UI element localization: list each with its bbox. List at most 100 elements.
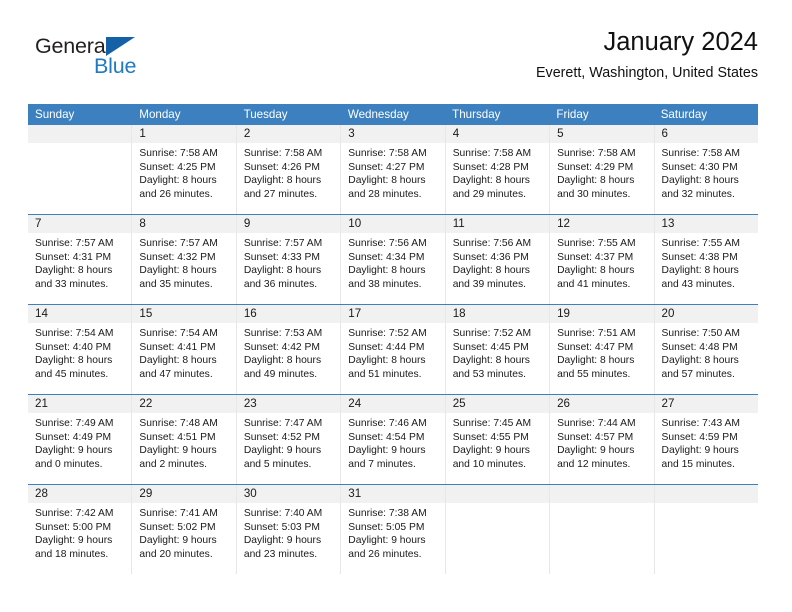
- day-number: 19: [550, 305, 654, 323]
- daylight-text-cont: and 5 minutes.: [243, 458, 312, 470]
- day-number: 13: [654, 215, 758, 233]
- day-number: 24: [341, 395, 445, 413]
- calendar-day-cell[interactable]: 15 Sunrise: 7:54 AM Sunset: 4:41 PM Dayligh…: [131, 305, 236, 394]
- day-details: [28, 143, 131, 147]
- sunrise-text: Sunrise: 7:56 AM: [452, 238, 532, 249]
- daylight-text-cont: and 45 minutes.: [35, 368, 109, 380]
- calendar-day-cell[interactable]: 12 Sunrise: 7:55 AM Sunset: 4:37 PM Dayligh…: [549, 215, 654, 304]
- daylight-text: Daylight: 8 hours: [557, 175, 635, 187]
- daylight-text-cont: and 30 minutes.: [557, 188, 631, 200]
- calendar-day-cell[interactable]: 17 Sunrise: 7:52 AM Sunset: 4:44 PM Dayligh…: [340, 305, 445, 394]
- daylight-text-cont: and 12 minutes.: [557, 458, 631, 470]
- calendar-day-cell[interactable]: 6 Sunrise: 7:58 AM Sunset: 4:30 PM Daylight…: [653, 125, 758, 214]
- day-details: Sunrise: 7:54 AM Sunset: 4:41 PM Daylight:…: [132, 323, 235, 381]
- daylight-text: Daylight: 9 hours: [243, 535, 322, 547]
- calendar-day-cell[interactable]: 14 Sunrise: 7:54 AM Sunset: 4:40 PM Dayligh…: [28, 305, 132, 394]
- day-details: Sunrise: 7:58 AM Sunset: 4:26 PM Daylight:…: [237, 143, 340, 201]
- sunrise-text: Sunrise: 7:42 AM: [35, 508, 114, 519]
- daylight-text-cont: and 49 minutes.: [243, 368, 318, 380]
- day-details: Sunrise: 7:52 AM Sunset: 4:45 PM Daylight:…: [446, 323, 549, 381]
- daylight-text: Daylight: 8 hours: [243, 355, 322, 367]
- sunrise-text: Sunrise: 7:52 AM: [348, 328, 427, 339]
- logo-text-blue: Blue: [94, 54, 137, 78]
- daylight-text: Daylight: 9 hours: [139, 535, 217, 547]
- daylight-text-cont: and 35 minutes.: [139, 278, 213, 290]
- day-details: Sunrise: 7:51 AM Sunset: 4:47 PM Daylight:…: [550, 323, 653, 381]
- calendar-day-cell[interactable]: 4 Sunrise: 7:58 AM Sunset: 4:28 PM Daylight…: [444, 125, 550, 214]
- calendar-day-cell[interactable]: 8 Sunrise: 7:57 AM Sunset: 4:32 PM Daylight…: [131, 215, 236, 304]
- daylight-text: Daylight: 8 hours: [661, 265, 739, 277]
- calendar-day-cell[interactable]: 16 Sunrise: 7:53 AM Sunset: 4:42 PM Dayligh…: [235, 305, 341, 394]
- sunset-text: Sunset: 5:00 PM: [35, 521, 112, 533]
- calendar-day-cell[interactable]: 2 Sunrise: 7:58 AM Sunset: 4:26 PM Daylight…: [235, 125, 341, 214]
- day-details: Sunrise: 7:46 AM Sunset: 4:54 PM Daylight:…: [341, 413, 444, 471]
- day-number: 22: [132, 395, 236, 413]
- day-number: 26: [550, 395, 654, 413]
- calendar-day-cell[interactable]: 24 Sunrise: 7:46 AM Sunset: 4:54 PM Dayligh…: [340, 395, 445, 484]
- calendar-day-cell[interactable]: 5 Sunrise: 7:58 AM Sunset: 4:29 PM Daylight…: [549, 125, 654, 214]
- daylight-text-cont: and 18 minutes.: [35, 548, 109, 560]
- day-details: Sunrise: 7:38 AM Sunset: 5:05 PM Daylight:…: [341, 503, 444, 561]
- sunrise-text: Sunrise: 7:43 AM: [661, 418, 740, 429]
- calendar-day-cell[interactable]: 10 Sunrise: 7:56 AM Sunset: 4:34 PM Dayligh…: [340, 215, 445, 304]
- day-details: Sunrise: 7:58 AM Sunset: 4:28 PM Daylight:…: [446, 143, 549, 201]
- sunrise-text: Sunrise: 7:44 AM: [557, 418, 636, 429]
- calendar-day-cell[interactable]: 3 Sunrise: 7:58 AM Sunset: 4:27 PM Daylight…: [340, 125, 445, 214]
- daylight-text-cont: and 26 minutes.: [139, 188, 213, 200]
- calendar-day-cell[interactable]: 31 Sunrise: 7:38 AM Sunset: 5:05 PM Dayligh…: [340, 485, 445, 574]
- calendar-day-cell[interactable]: 9 Sunrise: 7:57 AM Sunset: 4:33 PM Daylight…: [235, 215, 341, 304]
- calendar-day-cell[interactable]: 30 Sunrise: 7:40 AM Sunset: 5:03 PM Dayligh…: [235, 485, 341, 574]
- daylight-text: Daylight: 8 hours: [452, 355, 530, 367]
- sunrise-text: Sunrise: 7:45 AM: [452, 418, 532, 429]
- day-number: 18: [445, 305, 550, 323]
- daylight-text: Daylight: 8 hours: [661, 355, 739, 367]
- calendar-day-cell[interactable]: 28 Sunrise: 7:42 AM Sunset: 5:00 PM Dayligh…: [28, 485, 132, 574]
- calendar-day-cell[interactable]: 25 Sunrise: 7:45 AM Sunset: 4:55 PM Dayligh…: [444, 395, 550, 484]
- weekday-header-saturday: Saturday: [660, 108, 708, 121]
- day-details: Sunrise: 7:50 AM Sunset: 4:48 PM Daylight:…: [655, 323, 758, 381]
- sunrise-text: Sunrise: 7:48 AM: [139, 418, 218, 429]
- sunrise-text: Sunrise: 7:47 AM: [243, 418, 323, 429]
- sunset-text: Sunset: 4:26 PM: [243, 161, 320, 173]
- calendar-day-cell[interactable]: 22 Sunrise: 7:48 AM Sunset: 4:51 PM Dayligh…: [131, 395, 236, 484]
- calendar-day-cell[interactable]: 23 Sunrise: 7:47 AM Sunset: 4:52 PM Dayligh…: [235, 395, 341, 484]
- sunrise-text: Sunrise: 7:38 AM: [348, 508, 427, 519]
- calendar-day-cell[interactable]: 18 Sunrise: 7:52 AM Sunset: 4:45 PM Dayligh…: [444, 305, 550, 394]
- daylight-text-cont: and 39 minutes.: [452, 278, 526, 290]
- day-number: 27: [654, 395, 758, 413]
- day-details: Sunrise: 7:48 AM Sunset: 4:51 PM Daylight:…: [132, 413, 235, 471]
- calendar-day-cell[interactable]: 27 Sunrise: 7:43 AM Sunset: 4:59 PM Dayligh…: [653, 395, 758, 484]
- day-details: Sunrise: 7:55 AM Sunset: 4:38 PM Daylight:…: [655, 233, 758, 291]
- day-number: [654, 485, 758, 503]
- day-details: Sunrise: 7:57 AM Sunset: 4:33 PM Daylight:…: [237, 233, 340, 291]
- calendar-day-cell[interactable]: 21 Sunrise: 7:49 AM Sunset: 4:49 PM Dayligh…: [28, 395, 132, 484]
- sunset-text: Sunset: 4:54 PM: [348, 431, 425, 443]
- calendar-grid: Sunday Monday Tuesday Wednesday Thursday Frid…: [28, 104, 758, 574]
- daylight-text: Daylight: 8 hours: [139, 355, 217, 367]
- calendar-day-cell[interactable]: 13 Sunrise: 7:55 AM Sunset: 4:38 PM Dayligh…: [653, 215, 758, 304]
- daylight-text-cont: and 27 minutes.: [243, 188, 318, 200]
- sunrise-text: Sunrise: 7:49 AM: [35, 418, 114, 429]
- sunset-text: Sunset: 4:42 PM: [243, 341, 320, 353]
- sunrise-text: Sunrise: 7:40 AM: [243, 508, 323, 519]
- calendar-day-cell[interactable]: 29 Sunrise: 7:41 AM Sunset: 5:02 PM Dayligh…: [131, 485, 236, 574]
- daylight-text-cont: and 10 minutes.: [452, 458, 526, 470]
- calendar-day-cell[interactable]: 1 Sunrise: 7:58 AM Sunset: 4:25 PM Daylight…: [131, 125, 236, 214]
- sunset-text: Sunset: 4:40 PM: [35, 341, 112, 353]
- sunset-text: Sunset: 4:37 PM: [557, 251, 634, 263]
- day-details: Sunrise: 7:49 AM Sunset: 4:49 PM Daylight:…: [28, 413, 131, 471]
- sunset-text: Sunset: 4:59 PM: [661, 431, 738, 443]
- calendar-day-cell[interactable]: 20 Sunrise: 7:50 AM Sunset: 4:48 PM Dayligh…: [653, 305, 758, 394]
- calendar-day-cell[interactable]: 11 Sunrise: 7:56 AM Sunset: 4:36 PM Dayligh…: [444, 215, 550, 304]
- daylight-text: Daylight: 9 hours: [557, 445, 635, 457]
- calendar-week-row: 7 Sunrise: 7:57 AM Sunset: 4:31 PM Daylight…: [28, 214, 758, 304]
- sunrise-text: Sunrise: 7:58 AM: [452, 148, 532, 159]
- daylight-text: Daylight: 9 hours: [348, 445, 426, 457]
- daylight-text: Daylight: 8 hours: [139, 175, 217, 187]
- daylight-text: Daylight: 8 hours: [557, 265, 635, 277]
- calendar-day-cell[interactable]: 7 Sunrise: 7:57 AM Sunset: 4:31 PM Daylight…: [28, 215, 132, 304]
- calendar-day-cell[interactable]: 26 Sunrise: 7:44 AM Sunset: 4:57 PM Dayligh…: [549, 395, 654, 484]
- calendar-page: General Blue January 2024 Everett, Washi…: [0, 0, 792, 612]
- sunset-text: Sunset: 4:36 PM: [452, 251, 529, 263]
- calendar-day-cell[interactable]: 19 Sunrise: 7:51 AM Sunset: 4:47 PM Dayligh…: [549, 305, 654, 394]
